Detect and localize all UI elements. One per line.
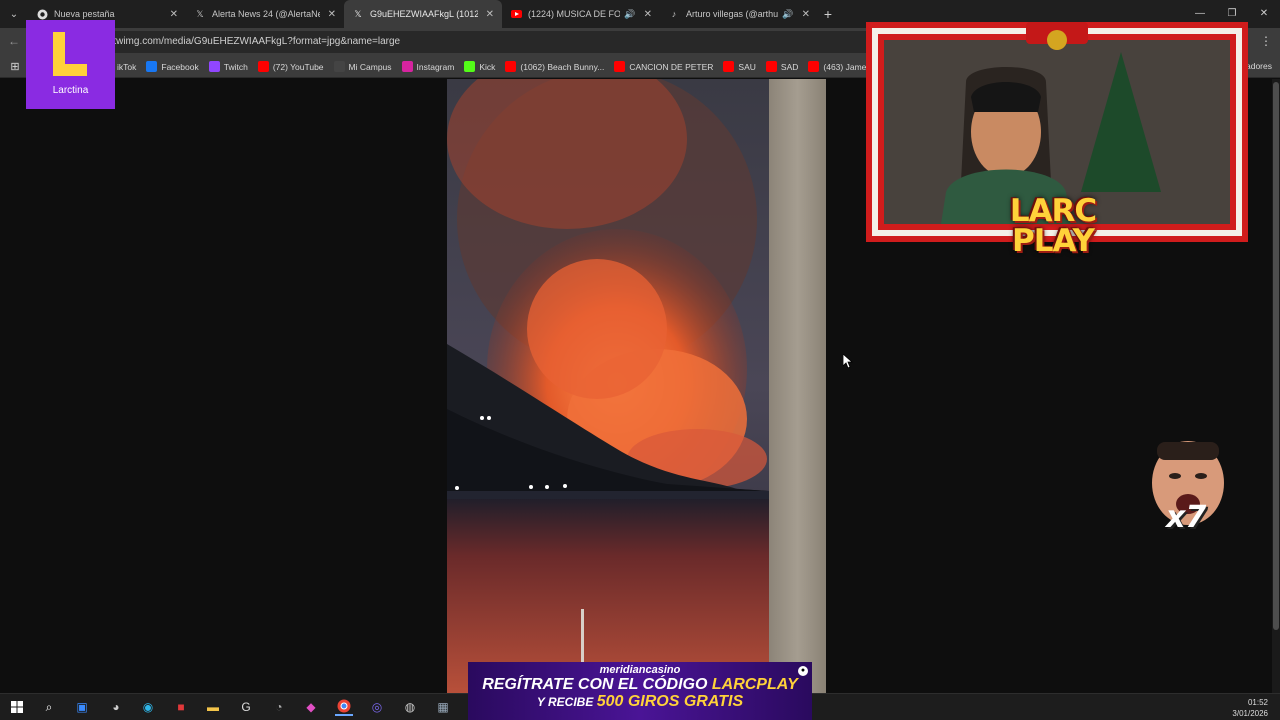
ad-line-1-prefix: REGÍTRATE CON EL CÓDIGO — [482, 676, 708, 693]
bookmark-label: CANCION DE PETER — [629, 61, 714, 72]
youtube-icon — [510, 8, 522, 20]
youtube-icon — [808, 61, 820, 72]
youtube-icon — [614, 61, 626, 72]
taskbar-clock[interactable]: 01:52 3/01/2026 — [1232, 697, 1268, 719]
casino-ad-banner[interactable]: meridiancasino REGÍTRATE CON EL CÓDIGO L… — [468, 662, 812, 720]
bookmarks-overflow-label[interactable]: adores — [1246, 61, 1272, 71]
windows-start-icon[interactable] — [8, 698, 26, 716]
tab-image-active[interactable]: 𝕏 G9uEHEZWIAAFkgL (1012×179 ✕ — [344, 0, 502, 28]
close-tab-icon[interactable]: ✕ — [328, 9, 336, 20]
brand-line-1: LARC — [1009, 193, 1097, 229]
mouse-cursor-icon — [842, 353, 854, 373]
close-tab-icon[interactable]: ✕ — [644, 9, 652, 20]
globe-icon — [333, 61, 345, 72]
ad-line-2-highlight: 500 GIROS GRATIS — [596, 693, 744, 710]
close-tab-icon[interactable]: ✕ — [170, 9, 178, 20]
larcplay-brand-badge: LARC PLAY — [968, 196, 1138, 270]
new-tab-button[interactable]: + — [818, 6, 838, 22]
larctina-logo-mark — [51, 32, 91, 82]
app-g-icon[interactable]: G — [237, 698, 255, 716]
edge-icon[interactable]: ◉ — [139, 698, 157, 716]
bookmark-label: ikTok — [117, 61, 137, 72]
close-tab-icon[interactable]: ✕ — [486, 9, 494, 20]
obs-icon[interactable]: ◍ — [401, 698, 419, 716]
bookmark-label: Mi Campus — [348, 61, 392, 72]
tab-title: Arturo villegas (@arthurbar — [686, 9, 779, 19]
search-icon[interactable]: ⌕ — [40, 698, 58, 716]
tiktok-icon: ♪ — [671, 9, 677, 19]
bookmark-item[interactable]: Twitch — [208, 61, 248, 72]
bookmark-label: (72) YouTube — [272, 61, 324, 72]
bookmark-label: (1062) Beach Bunny... — [520, 61, 605, 72]
ad-promo-code: LARCPLAY — [711, 676, 798, 693]
ad-line-2-prefix: Y RECIBE — [536, 695, 594, 709]
kebab-menu-icon[interactable]: ⋮ — [1260, 34, 1272, 48]
calculator-icon[interactable]: ▦ — [434, 698, 452, 716]
logo-text: Larctina — [52, 85, 89, 96]
x-icon: 𝕏 — [354, 8, 362, 19]
wildfire-photo[interactable] — [447, 79, 826, 693]
tab-title: Nueva pestaña — [54, 9, 115, 19]
tab-arturo-villegas[interactable]: ♪ Arturo villegas (@arthurbar 🔊 ✕ — [660, 0, 818, 28]
emote-count: x7 — [1166, 500, 1207, 535]
speaker-icon[interactable]: 🔊 — [624, 9, 635, 20]
wildfire-photo-illustration — [447, 79, 826, 693]
bookmark-item[interactable]: Mi Campus — [333, 61, 392, 72]
twitch-icon — [208, 61, 220, 72]
close-window-icon[interactable]: ✕ — [1248, 0, 1280, 28]
tab-title: G9uEHEZWIAAFkgL (1012×179 — [370, 9, 478, 19]
bookmark-item[interactable]: SAD — [765, 61, 799, 72]
bookmark-list: ikTok Facebook Twitch (72) YouTube Mi Campus… — [102, 61, 918, 72]
ad-brand: meridiancasino — [599, 664, 681, 676]
bookmark-item[interactable]: (72) YouTube — [257, 61, 324, 72]
channel-logo: Larctina — [26, 20, 115, 109]
tab-musica-de-fondo[interactable]: (1224) MUSICA DE FONDO 🔊 ✕ — [502, 0, 660, 28]
youtube-icon — [723, 61, 735, 72]
bookmark-label: SAU — [738, 61, 756, 72]
chrome-icon — [36, 8, 48, 20]
close-tab-icon[interactable]: ✕ — [802, 9, 810, 20]
tab-title: Alerta News 24 (@AlertaNews2 — [212, 9, 320, 19]
tab-search-chevron-icon[interactable]: ⌄ — [0, 0, 28, 28]
bookmark-label: SAD — [780, 61, 799, 72]
brand-line-2: PLAY — [1012, 223, 1095, 259]
bookmark-label: Twitch — [223, 61, 248, 72]
back-arrow-icon[interactable]: ← — [8, 34, 20, 48]
chrome-taskbar-icon[interactable] — [335, 698, 353, 716]
ad-badge-icon[interactable]: ● — [798, 666, 808, 676]
youtube-icon — [257, 61, 269, 72]
ad-line-1: REGÍTRATE CON EL CÓDIGO LARCPLAY — [468, 676, 812, 694]
app-gray-icon[interactable]: ◔ — [270, 698, 288, 716]
store-icon[interactable]: ▣ — [73, 698, 91, 716]
bookmark-label: Instagram — [416, 61, 455, 72]
app-pink-icon[interactable]: ◆ — [302, 698, 320, 716]
tab-alerta-news[interactable]: 𝕏 Alerta News 24 (@AlertaNews2 ✕ — [186, 0, 344, 28]
bookmark-item[interactable]: Facebook — [146, 61, 199, 72]
cat-app-icon[interactable]: ◕ — [107, 698, 125, 716]
tab-title: (1224) MUSICA DE FONDO — [528, 9, 621, 19]
bookmark-item[interactable]: CANCION DE PETER — [614, 61, 713, 72]
bookmark-item[interactable]: (1062) Beach Bunny... — [505, 61, 604, 72]
bookmark-label: Kick — [479, 61, 496, 72]
scrollbar-thumb[interactable] — [1273, 82, 1279, 630]
ad-line-2: Y RECIBE 500 GIROS GRATIS — [468, 694, 812, 710]
x-icon: 𝕏 — [196, 8, 204, 19]
address-bar[interactable]: os.twimg.com/media/G9uEHEZWIAAFkgL?forma… — [30, 31, 890, 53]
app-red-icon[interactable]: ■ — [172, 698, 190, 716]
address-url: os.twimg.com/media/G9uEHEZWIAAFkgL?forma… — [100, 36, 401, 47]
bookmark-item[interactable]: Instagram — [401, 61, 455, 72]
file-explorer-icon[interactable]: ▬ — [204, 698, 222, 716]
clock-date: 3/01/2026 — [1232, 709, 1268, 718]
bookmark-item[interactable]: Kick — [464, 61, 495, 72]
bookmark-item[interactable]: SAU — [723, 61, 756, 72]
instagram-icon — [401, 61, 413, 72]
youtube-icon — [505, 61, 517, 72]
bookmark-label: Facebook — [161, 61, 199, 72]
youtube-icon — [765, 61, 777, 72]
kick-icon — [464, 61, 476, 72]
discord-icon[interactable]: ◎ — [368, 698, 386, 716]
facebook-icon — [146, 61, 158, 72]
clock-time: 01:52 — [1247, 698, 1268, 707]
speaker-icon[interactable]: 🔊 — [782, 9, 793, 20]
